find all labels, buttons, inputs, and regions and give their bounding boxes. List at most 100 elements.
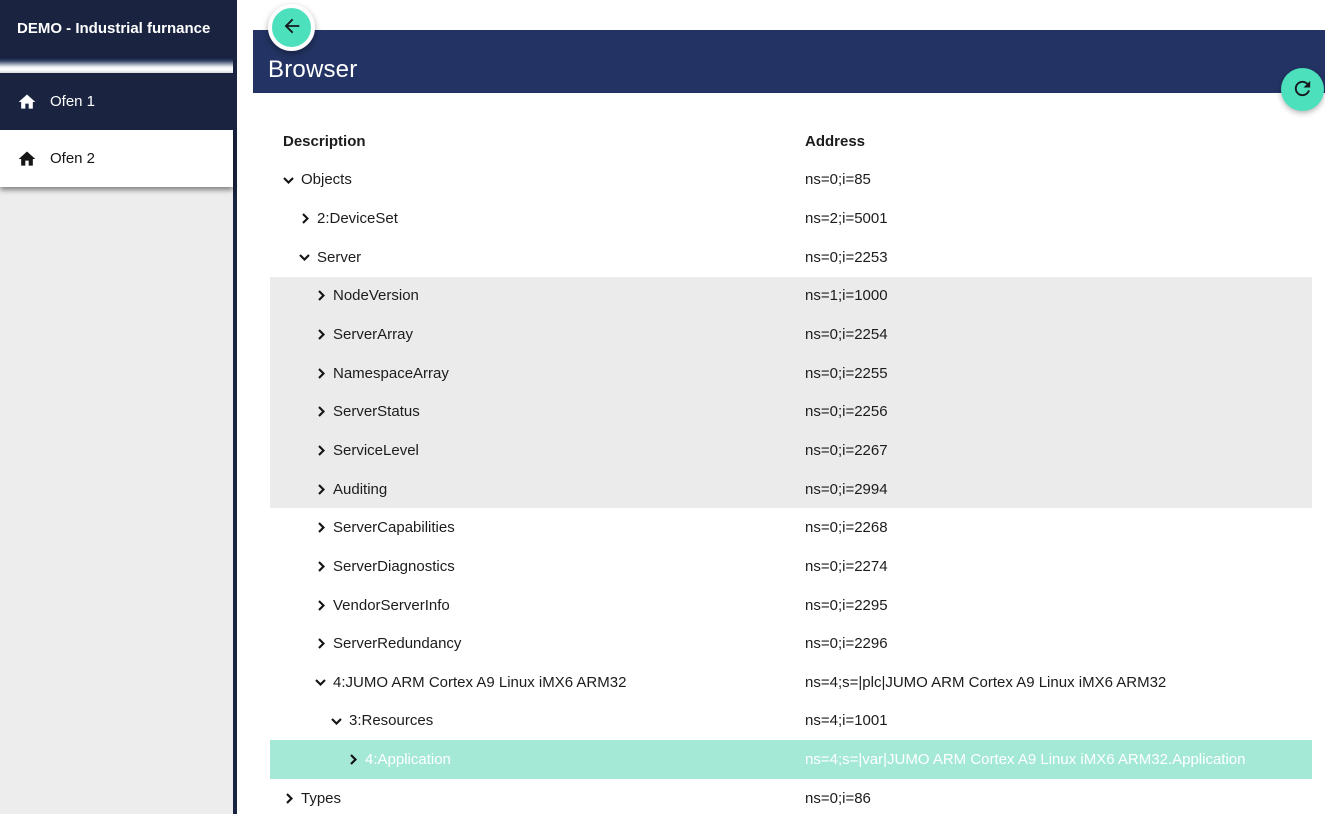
row-description-cell: 4:Application: [270, 751, 805, 768]
row-description-cell: ServerDiagnostics: [270, 558, 805, 575]
node-label: Objects: [301, 171, 352, 188]
chevron-right-icon[interactable]: [313, 404, 329, 420]
table-row[interactable]: ServiceLevel ns=0;i=2267: [270, 431, 1312, 470]
sidebar-item-ofen-2[interactable]: Ofen 2: [0, 130, 233, 187]
chevron-down-icon[interactable]: [281, 172, 297, 188]
refresh-button[interactable]: [1281, 68, 1324, 111]
table-row[interactable]: ServerArray ns=0;i=2254: [270, 315, 1312, 354]
node-address: ns=4;i=1001: [805, 712, 1312, 729]
browser-tree: Description Address Objects ns=0;i=85 2:…: [270, 122, 1312, 814]
table-row[interactable]: Server ns=0;i=2253: [270, 238, 1312, 277]
chevron-right-icon[interactable]: [313, 636, 329, 652]
table-row[interactable]: 4:Application ns=4;s=|var|JUMO ARM Corte…: [270, 740, 1312, 779]
node-address: ns=4;s=|plc|JUMO ARM Cortex A9 Linux iMX…: [805, 674, 1312, 691]
node-address: ns=2;i=5001: [805, 210, 1312, 227]
node-address: ns=0;i=2253: [805, 249, 1312, 266]
chevron-right-icon[interactable]: [297, 211, 313, 227]
node-label: Auditing: [333, 481, 387, 498]
table-row[interactable]: ServerCapabilities ns=0;i=2268: [270, 508, 1312, 547]
tree-rows: Objects ns=0;i=85 2:DeviceSet ns=2;i=500…: [270, 161, 1312, 814]
row-description-cell: NamespaceArray: [270, 365, 805, 382]
node-address: ns=0;i=2254: [805, 326, 1312, 343]
row-description-cell: 4:JUMO ARM Cortex A9 Linux iMX6 ARM32: [270, 674, 805, 691]
row-description-cell: ServerStatus: [270, 403, 805, 420]
node-address: ns=0;i=2255: [805, 365, 1312, 382]
node-label: NodeVersion: [333, 287, 419, 304]
node-label: 2:DeviceSet: [317, 210, 398, 227]
node-address: ns=0;i=85: [805, 171, 1312, 188]
row-description-cell: Server: [270, 249, 805, 266]
chevron-down-icon[interactable]: [297, 249, 313, 265]
row-description-cell: VendorServerInfo: [270, 597, 805, 614]
table-row[interactable]: ServerRedundancy ns=0;i=2296: [270, 624, 1312, 663]
arrow-left-icon: [281, 15, 303, 40]
chevron-right-icon[interactable]: [313, 481, 329, 497]
node-label: VendorServerInfo: [333, 597, 450, 614]
node-label: ServerRedundancy: [333, 635, 461, 652]
chevron-right-icon[interactable]: [313, 442, 329, 458]
chevron-right-icon[interactable]: [345, 752, 361, 768]
table-row[interactable]: ServerDiagnostics ns=0;i=2274: [270, 547, 1312, 586]
back-button[interactable]: [268, 4, 315, 51]
node-address: ns=0;i=2274: [805, 558, 1312, 575]
sidebar-divider: [0, 57, 233, 73]
table-row[interactable]: 4:JUMO ARM Cortex A9 Linux iMX6 ARM32 ns…: [270, 663, 1312, 702]
chevron-right-icon[interactable]: [281, 790, 297, 806]
chevron-right-icon[interactable]: [313, 597, 329, 613]
row-description-cell: NodeVersion: [270, 287, 805, 304]
sidebar-item-ofen-1[interactable]: Ofen 1: [0, 73, 233, 130]
chevron-right-icon[interactable]: [313, 520, 329, 536]
node-label: 4:Application: [365, 751, 451, 768]
node-label: 3:Resources: [349, 712, 433, 729]
row-description-cell: Types: [270, 790, 805, 807]
node-label: ServiceLevel: [333, 442, 419, 459]
node-address: ns=0;i=2296: [805, 635, 1312, 652]
table-row[interactable]: ServerStatus ns=0;i=2256: [270, 392, 1312, 431]
table-row[interactable]: VendorServerInfo ns=0;i=2295: [270, 586, 1312, 625]
row-description-cell: Objects: [270, 171, 805, 188]
table-row[interactable]: NamespaceArray ns=0;i=2255: [270, 354, 1312, 393]
row-description-cell: ServiceLevel: [270, 442, 805, 459]
chevron-right-icon[interactable]: [313, 288, 329, 304]
node-label: NamespaceArray: [333, 365, 449, 382]
sidebar-item-label: Ofen 1: [50, 93, 95, 110]
table-row[interactable]: NodeVersion ns=1;i=1000: [270, 277, 1312, 316]
node-address: ns=0;i=2295: [805, 597, 1312, 614]
chevron-right-icon[interactable]: [313, 558, 329, 574]
node-label: Types: [301, 790, 341, 807]
row-description-cell: ServerRedundancy: [270, 635, 805, 652]
sidebar-item-label: Ofen 2: [50, 150, 95, 167]
node-address: ns=4;s=|var|JUMO ARM Cortex A9 Linux iMX…: [805, 751, 1312, 768]
table-row[interactable]: Auditing ns=0;i=2994: [270, 470, 1312, 509]
chevron-right-icon[interactable]: [313, 327, 329, 343]
node-label: ServerArray: [333, 326, 413, 343]
app-title: DEMO - Industrial furnance: [0, 0, 233, 57]
node-label: ServerStatus: [333, 403, 420, 420]
chevron-down-icon[interactable]: [313, 674, 329, 690]
row-description-cell: ServerCapabilities: [270, 519, 805, 536]
node-address: ns=0;i=2256: [805, 403, 1312, 420]
node-address: ns=0;i=86: [805, 790, 1312, 807]
table-row[interactable]: Types ns=0;i=86: [270, 779, 1312, 814]
table-row[interactable]: 2:DeviceSet ns=2;i=5001: [270, 199, 1312, 238]
chevron-right-icon[interactable]: [313, 365, 329, 381]
node-address: ns=0;i=2268: [805, 519, 1312, 536]
table-row[interactable]: Objects ns=0;i=85: [270, 161, 1312, 200]
node-label: ServerCapabilities: [333, 519, 455, 536]
column-header-description: Description: [270, 133, 805, 150]
home-icon: [17, 149, 37, 169]
table-row[interactable]: 3:Resources ns=4;i=1001: [270, 702, 1312, 741]
chevron-down-icon[interactable]: [329, 713, 345, 729]
column-header-address: Address: [805, 133, 1312, 150]
table-header-row: Description Address: [270, 122, 1312, 161]
row-description-cell: ServerArray: [270, 326, 805, 343]
sidebar: DEMO - Industrial furnance Ofen 1 Ofen 2: [0, 0, 237, 814]
sidebar-nav: Ofen 1 Ofen 2: [0, 73, 233, 187]
node-label: 4:JUMO ARM Cortex A9 Linux iMX6 ARM32: [333, 674, 626, 691]
row-description-cell: Auditing: [270, 481, 805, 498]
row-description-cell: 2:DeviceSet: [270, 210, 805, 227]
browser-header: Browser: [253, 30, 1325, 93]
node-label: Server: [317, 249, 361, 266]
node-address: ns=0;i=2267: [805, 442, 1312, 459]
node-address: ns=0;i=2994: [805, 481, 1312, 498]
